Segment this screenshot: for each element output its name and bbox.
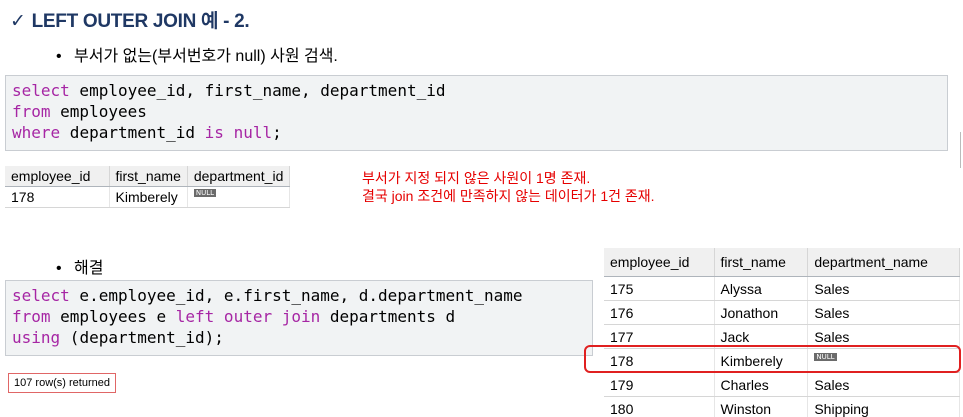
sql-query-2: select e.employee_id, e.first_name, d.de… (5, 280, 593, 356)
cell-department-name[interactable]: Sales (807, 372, 960, 397)
code-text: e.employee_id, e.first_name, d.departmen… (69, 286, 523, 305)
table-row[interactable]: 179 Charles Sales (604, 372, 960, 397)
cell-department-name[interactable]: Shipping (807, 396, 960, 417)
bullet-item-2: • 해결 (56, 254, 103, 278)
code-line: from employees e left outer join departm… (12, 306, 586, 327)
keyword: left outer join (175, 307, 321, 326)
cell-first-name[interactable]: Jonathon (714, 300, 809, 325)
null-badge: NULL (193, 189, 217, 197)
bullet-item-2-text: 해결 (74, 260, 104, 277)
bullet-dot-icon: • (56, 260, 62, 277)
code-text: employees (50, 102, 147, 121)
code-line: using (department_id); (12, 327, 586, 348)
table-row[interactable]: 180 Winston Shipping (604, 396, 960, 417)
cell-first-name[interactable]: Charles (714, 372, 809, 397)
result-grid-1: employee_id first_name department_id 178… (5, 166, 291, 208)
note-line-2: 결국 join 조건에 만족하지 않는 데이터가 1건 존재. (362, 188, 655, 204)
cell-department-name[interactable]: Sales (807, 276, 960, 301)
cell-first-name[interactable]: Kimberely (109, 186, 188, 208)
cell-first-name[interactable]: Winston (714, 396, 809, 417)
column-header[interactable]: employee_id (604, 248, 715, 277)
code-text: departments d (320, 307, 456, 326)
column-header[interactable]: department_name (807, 248, 960, 277)
cell-employee-id[interactable]: 179 (604, 372, 715, 397)
keyword: where (12, 123, 61, 142)
cell-department-id[interactable]: NULL (187, 186, 291, 208)
code-line: select e.employee_id, e.first_name, d.de… (12, 285, 586, 306)
cell-employee-id[interactable]: 180 (604, 396, 715, 417)
cell-first-name[interactable]: Alyssa (714, 276, 809, 301)
keyword: from (12, 307, 51, 326)
table-header-row: employee_id first_name department_id (5, 166, 291, 187)
result-grid-2-viewport: employee_id first_name department_name 1… (604, 248, 960, 417)
slide-title-text: LEFT OUTER JOIN 예 - 2. (31, 11, 250, 32)
keyword: null (233, 123, 273, 142)
rows-returned-label: 107 row(s) returned (8, 373, 116, 393)
keyword: is (204, 123, 224, 142)
keyword: from (12, 102, 51, 121)
column-header[interactable]: department_id (187, 166, 291, 187)
cell-employee-id[interactable]: 175 (604, 276, 715, 301)
column-header[interactable]: first_name (109, 166, 188, 187)
column-header[interactable]: first_name (714, 248, 809, 277)
table-header-row: employee_id first_name department_name (604, 248, 960, 277)
table-row[interactable]: 176 Jonathon Sales (604, 300, 960, 325)
bullet-dot-icon: • (56, 48, 62, 65)
explanation-note: 부서가 지정 되지 않은 사원이 1명 존재. 결국 join 조건에 만족하지… (362, 169, 655, 205)
code-text: employees e (50, 307, 176, 326)
keyword: select (12, 81, 70, 100)
note-line-1: 부서가 지정 되지 않은 사원이 1명 존재. (362, 170, 591, 186)
code-text: department_id (60, 123, 205, 142)
keyword: using (12, 328, 61, 347)
result-grid-2: employee_id first_name department_name 1… (604, 248, 960, 417)
code-line: select employee_id, first_name, departme… (12, 80, 941, 101)
table-row[interactable]: 175 Alyssa Sales (604, 276, 960, 301)
code-text: employee_id, first_name, department_id (69, 81, 446, 100)
cell-department-name[interactable]: Sales (807, 300, 960, 325)
bullet-item-1-text: 부서가 없는(부서번호가 null) 사원 검색. (74, 48, 338, 65)
checkmark-icon: ✓ (10, 11, 26, 32)
highlight-box (584, 345, 961, 373)
bullet-item-1: • 부서가 없는(부서번호가 null) 사원 검색. (56, 42, 338, 66)
cell-employee-id[interactable]: 176 (604, 300, 715, 325)
edge-divider (960, 132, 961, 168)
code-line: from employees (12, 101, 941, 122)
code-text: ; (272, 123, 282, 142)
table-row[interactable]: 178 Kimberely NULL (5, 186, 291, 208)
column-header[interactable]: employee_id (5, 166, 110, 187)
cell-employee-id[interactable]: 178 (5, 186, 110, 208)
code-line: where department_id is null; (12, 122, 941, 143)
slide-title: ✓ LEFT OUTER JOIN 예 - 2. (10, 6, 250, 33)
keyword: select (12, 286, 70, 305)
sql-query-1: select employee_id, first_name, departme… (5, 75, 948, 151)
code-text: (department_id); (60, 328, 224, 347)
